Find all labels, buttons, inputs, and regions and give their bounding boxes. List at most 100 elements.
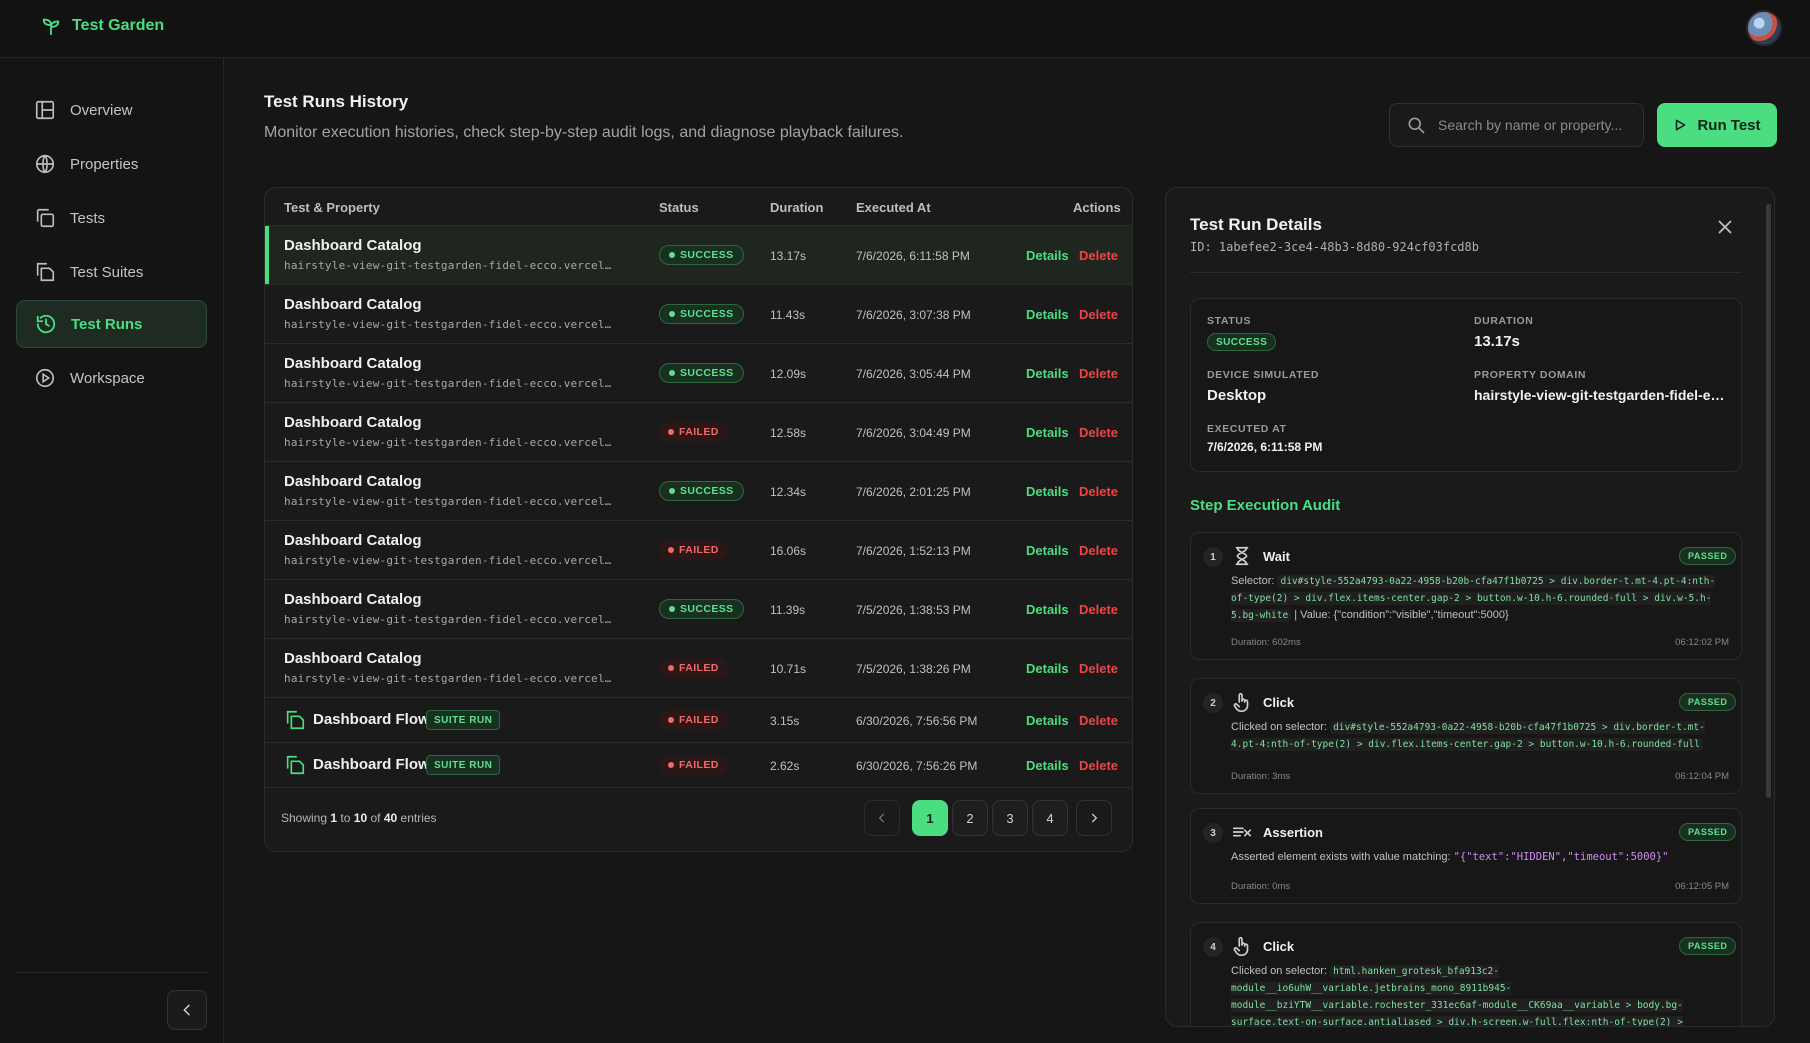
delete-link[interactable]: Delete: [1079, 602, 1118, 617]
files-icon: [36, 262, 55, 282]
sidebar-divider: [16, 972, 208, 973]
audit-title: Step Execution Audit: [1190, 497, 1341, 514]
details-link[interactable]: Details: [1026, 366, 1069, 381]
details-link[interactable]: Details: [1026, 602, 1069, 617]
delete-link[interactable]: Delete: [1079, 307, 1118, 322]
search-box[interactable]: [1389, 103, 1644, 147]
sidebar-item-label: Overview: [70, 101, 133, 119]
avatar[interactable]: [1746, 10, 1782, 46]
run-id: ID: 1abefee2-3ce4-48b3-8d80-924cf03fcd8b: [1190, 240, 1479, 254]
sidebar-item-workspace[interactable]: Workspace: [16, 354, 207, 402]
close-icon[interactable]: [1714, 216, 1736, 238]
status-dot: [669, 311, 675, 317]
test-run-details-panel: Test Run Details ID: 1abefee2-3ce4-48b3-…: [1165, 187, 1775, 1027]
details-link[interactable]: Details: [1026, 543, 1069, 558]
details-link[interactable]: Details: [1026, 758, 1069, 773]
table-row[interactable]: Dashboard Catalog hairstyle-view-git-test…: [265, 226, 1132, 285]
page-button-2[interactable]: 2: [952, 800, 988, 836]
suite-name: Dashboard Flow: [313, 756, 430, 773]
step-name: Click: [1263, 939, 1295, 954]
details-link[interactable]: Details: [1026, 248, 1069, 263]
status-text: SUCCESS: [680, 367, 734, 379]
delete-link[interactable]: Delete: [1079, 543, 1118, 558]
run-summary-card: STATUS SUCCESS DURATION 13.17s DEVICE SI…: [1190, 298, 1742, 472]
brand[interactable]: Test Garden: [40, 15, 164, 37]
top-bar: Test Garden: [0, 0, 1810, 58]
run-test-button[interactable]: Run Test: [1657, 103, 1777, 147]
sidebar-item-tests[interactable]: Tests: [16, 194, 207, 242]
search-input[interactable]: [1438, 117, 1638, 133]
suite-run-row[interactable]: Dashboard Flow SUITE RUN FAILED 2.62s 6/30/2…: [265, 743, 1132, 788]
status-dot: [668, 665, 674, 671]
test-name: Dashboard Catalog: [284, 591, 422, 608]
status-dot: [668, 547, 674, 553]
table-row[interactable]: Dashboard Catalog hairstyle-view-git-test…: [265, 639, 1132, 698]
sidebar-item-properties[interactable]: Properties: [16, 140, 207, 188]
status-dot: [668, 429, 674, 435]
step-time: 06:12:05 PM: [1675, 881, 1729, 892]
executed-at-cell: 7/6/2026, 2:01:25 PM: [856, 485, 971, 499]
sidebar-item-test-suites[interactable]: Test Suites: [16, 248, 207, 296]
step-status-badge: PASSED: [1679, 937, 1737, 955]
table-header: Test & Property Status Duration Executed…: [265, 188, 1132, 226]
column-header-status: Status: [659, 200, 699, 215]
prev-page-button[interactable]: [864, 800, 900, 836]
status-text: FAILED: [679, 714, 719, 726]
table-row[interactable]: Dashboard Catalog hairstyle-view-git-test…: [265, 580, 1132, 639]
suite-icon: [286, 755, 305, 775]
executed-at-cell: 7/6/2026, 1:52:13 PM: [856, 544, 971, 558]
run-test-label: Run Test: [1697, 116, 1761, 134]
layout-icon: [35, 100, 55, 120]
status-badge: SUCCESS: [659, 245, 744, 265]
page-button-4[interactable]: 4: [1032, 800, 1068, 836]
delete-link[interactable]: Delete: [1079, 661, 1118, 676]
details-scrollbar[interactable]: [1766, 204, 1771, 798]
table-row[interactable]: Dashboard Catalog hairstyle-view-git-test…: [265, 285, 1132, 344]
collapse-sidebar-button[interactable]: [167, 990, 207, 1030]
table-row[interactable]: Dashboard Catalog hairstyle-view-git-test…: [265, 403, 1132, 462]
next-page-button[interactable]: [1076, 800, 1112, 836]
sidebar-item-label: Test Suites: [70, 263, 144, 281]
duration-cell: 2.62s: [770, 759, 800, 773]
details-link[interactable]: Details: [1026, 425, 1069, 440]
delete-link[interactable]: Delete: [1079, 713, 1118, 728]
page-button-3[interactable]: 3: [992, 800, 1028, 836]
sidebar-item-label: Test Runs: [71, 315, 143, 333]
details-link[interactable]: Details: [1026, 484, 1069, 499]
delete-link[interactable]: Delete: [1079, 758, 1118, 773]
details-link[interactable]: Details: [1026, 307, 1069, 322]
step-prefix: Clicked on selector:: [1231, 721, 1327, 733]
table-row[interactable]: Dashboard Catalog hairstyle-view-git-test…: [265, 344, 1132, 403]
property-domain: hairstyle-view-git-testgarden-fidel-ecco…: [284, 259, 612, 272]
column-header-actions: Actions: [1073, 200, 1121, 215]
test-name: Dashboard Catalog: [284, 296, 422, 313]
table-row[interactable]: Dashboard Catalog hairstyle-view-git-test…: [265, 462, 1132, 521]
hourglass-icon: [1235, 546, 1249, 566]
audit-step: 3 Assertion PASSED Asserted element exis…: [1190, 808, 1742, 904]
status-dot: [669, 252, 675, 258]
table-row[interactable]: Dashboard Catalog hairstyle-view-git-test…: [265, 521, 1132, 580]
step-time: 06:12:04 PM: [1675, 771, 1729, 782]
details-link[interactable]: Details: [1026, 661, 1069, 676]
delete-link[interactable]: Delete: [1079, 248, 1118, 263]
device-label: DEVICE SIMULATED: [1207, 369, 1320, 381]
suite-run-row[interactable]: Dashboard Flow SUITE RUN FAILED 3.15s 6/30/2…: [265, 698, 1132, 743]
delete-link[interactable]: Delete: [1079, 366, 1118, 381]
page-button-1[interactable]: 1: [912, 800, 948, 836]
step-duration: Duration: 3ms: [1231, 771, 1291, 782]
delete-link[interactable]: Delete: [1079, 484, 1118, 499]
delete-link[interactable]: Delete: [1079, 425, 1118, 440]
test-name: Dashboard Catalog: [284, 532, 422, 549]
executed-at-cell: 6/30/2026, 7:56:56 PM: [856, 714, 978, 728]
status-badge: SUCCESS: [659, 481, 744, 501]
status-badge: SUCCESS: [659, 363, 744, 383]
pointer-icon: [1233, 692, 1249, 712]
details-title: Test Run Details: [1190, 215, 1322, 234]
sidebar-item-overview[interactable]: Overview: [16, 86, 207, 134]
column-header-duration: Duration: [770, 200, 824, 215]
status-dot: [669, 606, 675, 612]
sidebar-item-test-runs[interactable]: Test Runs: [16, 300, 207, 348]
device-value: Desktop: [1207, 387, 1267, 404]
duration-cell: 12.34s: [770, 485, 807, 499]
details-link[interactable]: Details: [1026, 713, 1069, 728]
